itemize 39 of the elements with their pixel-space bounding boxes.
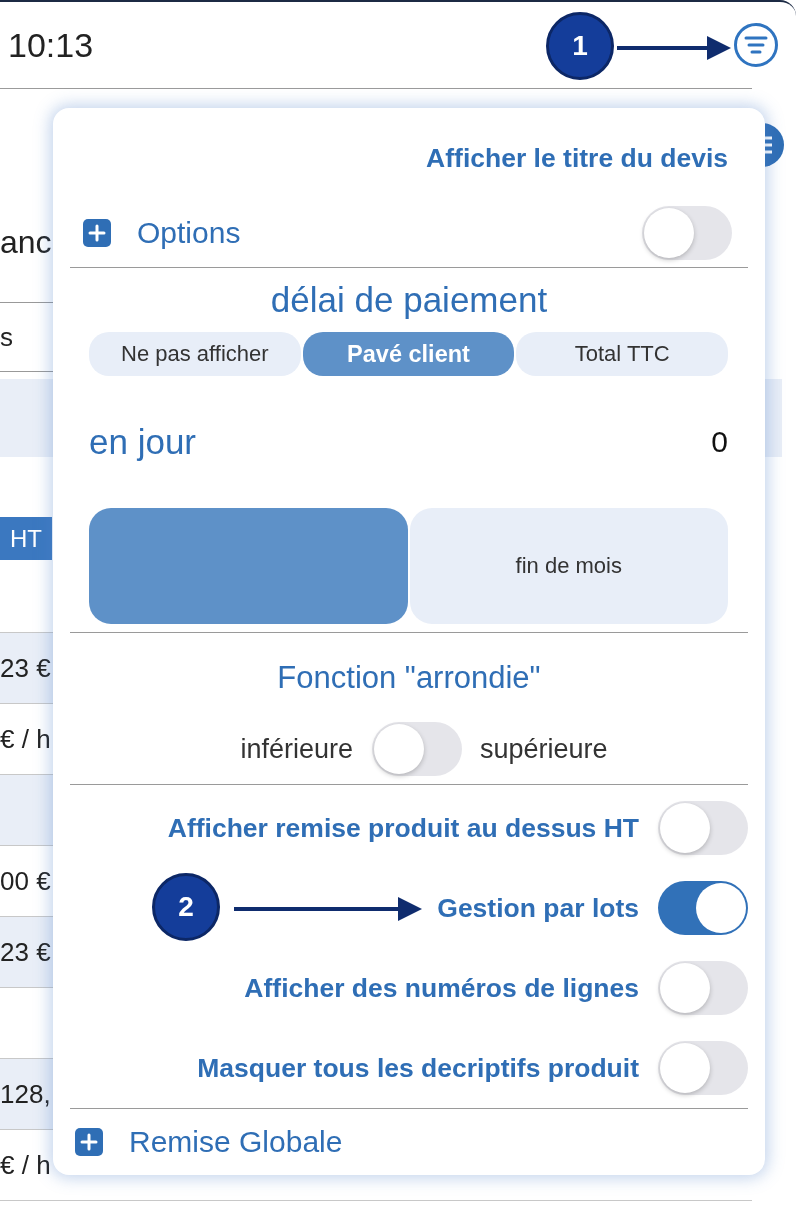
title-option-link[interactable]: Afficher le titre du devis: [426, 142, 728, 174]
segment-button[interactable]: [89, 508, 408, 624]
switch-label: Gestion par lots: [437, 892, 639, 924]
switch-label: Afficher remise produit au dessus HT: [167, 812, 639, 844]
section-title: délai de paiement: [270, 280, 548, 320]
toggle-switch[interactable]: [658, 1041, 748, 1095]
toggle-switch[interactable]: [658, 961, 748, 1015]
amount-text: 23 €: [0, 652, 51, 684]
amount-text: € / h: [0, 723, 51, 755]
switch-label: Masquer tous les decriptifs produit: [197, 1052, 639, 1084]
plus-icon[interactable]: [83, 219, 111, 247]
segment-button[interactable]: fin de mois: [409, 508, 728, 624]
segment-button[interactable]: Total TTC: [516, 332, 728, 376]
toggle-switch[interactable]: [658, 801, 748, 855]
filter-icon[interactable]: [734, 23, 778, 67]
heading-text: anc: [0, 223, 52, 262]
amount-text: € / h: [0, 1149, 51, 1181]
callout-badge: 1: [546, 12, 614, 80]
plus-icon[interactable]: [75, 1128, 103, 1156]
row-background: [0, 775, 53, 845]
field-text: s: [0, 321, 13, 353]
time-text: 10:13: [8, 25, 94, 65]
segment-button[interactable]: Ne pas afficher: [89, 332, 301, 376]
toggle-switch[interactable]: [642, 206, 732, 260]
toggle-switch[interactable]: [658, 881, 748, 935]
field-label: en jour: [89, 422, 197, 462]
segment-button[interactable]: Pavé client: [302, 332, 515, 376]
option-label: supérieure: [480, 733, 608, 765]
section-label[interactable]: Remise Globale: [129, 1125, 343, 1159]
amount-text: 00 €: [0, 865, 51, 897]
switch-label: Afficher des numéros de lignes: [244, 972, 639, 1004]
toggle-switch[interactable]: [372, 722, 462, 776]
section-title: Fonction "arrondie": [277, 659, 541, 696]
section-label[interactable]: Options: [137, 216, 241, 250]
amount-text: 23 €: [0, 936, 51, 968]
amount-text: 128,: [0, 1078, 51, 1110]
column-header: HT: [0, 517, 52, 560]
option-label: inférieure: [240, 733, 353, 765]
days-value: 0: [711, 425, 728, 459]
